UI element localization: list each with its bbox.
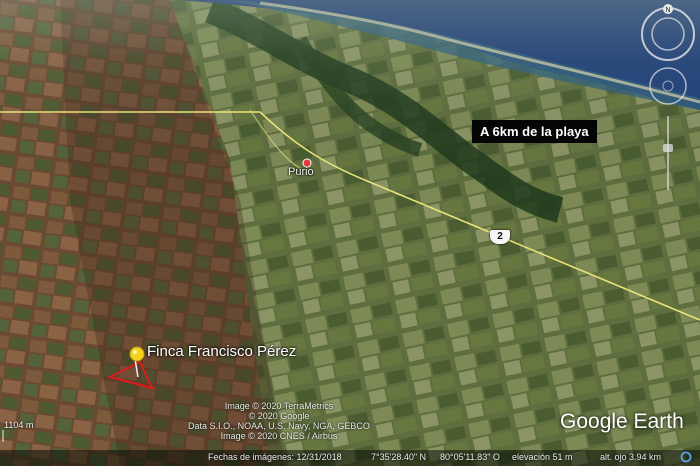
map-viewport[interactable]: Purio A 6km de la playa 2 Finca Francisc… xyxy=(0,0,700,466)
attribution-line: Image © 2020 TerraMetrics xyxy=(224,401,334,411)
place-label-purio[interactable]: Purio xyxy=(288,166,314,178)
north-indicator: N xyxy=(665,7,670,14)
google-earth-logo: Google Earth xyxy=(560,410,684,433)
distance-callout: A 6km de la playa xyxy=(472,120,597,143)
compass-icon[interactable]: N xyxy=(641,4,695,61)
placemark-label[interactable]: Finca Francisco Pérez xyxy=(147,343,296,360)
satellite-imagery[interactable] xyxy=(0,0,700,466)
placemark-pushpin-icon[interactable] xyxy=(128,345,148,379)
status-bar: Fechas de imágenes: 12/31/2018 7°35'28.4… xyxy=(0,450,700,466)
imagery-attribution: Image © 2020 TerraMetrics © 2020 Google … xyxy=(184,401,374,441)
attribution-line: Data S.I.O., NOAA, U.S. Navy, NGA, GEBCO xyxy=(188,421,370,431)
elevation-readout: elevación 51 m xyxy=(512,452,573,462)
imagery-date: Fechas de imágenes: 12/31/2018 xyxy=(208,452,342,462)
eye-altitude-readout: alt. ojo 3.94 km xyxy=(600,452,662,462)
latitude-readout: 7°35'28.40" N xyxy=(371,452,427,462)
navigation-controls[interactable]: N xyxy=(636,4,700,194)
scale-legend: 1104 m xyxy=(4,420,34,430)
look-joystick-icon[interactable] xyxy=(649,67,687,105)
route-shield: 2 xyxy=(490,230,510,244)
attribution-line: Image © 2020 CNES / Airbus xyxy=(220,431,338,441)
longitude-readout: 80°05'11.83" O xyxy=(440,452,500,462)
attribution-line: © 2020 Google xyxy=(248,411,310,421)
status-circle-icon xyxy=(680,451,692,463)
zoom-slider-icon[interactable] xyxy=(663,116,673,190)
